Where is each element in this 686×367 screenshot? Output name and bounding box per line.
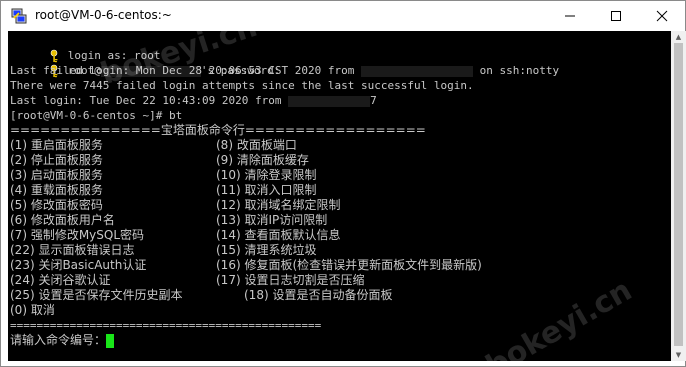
menu-item-right: (11) 取消入口限制 — [216, 183, 317, 197]
input-prompt: 请输入命令编号： — [10, 333, 107, 347]
menu-item-left: (7) 强制修改MySQL密码 — [10, 228, 145, 242]
title-bar[interactable]: root@VM-0-6-centos:~ — [1, 1, 685, 31]
menu-item-right: (14) 查看面板默认信息 — [216, 228, 341, 242]
minimize-button[interactable] — [547, 1, 593, 31]
menu-item-right: (8) 改面板端口 — [216, 138, 297, 152]
menu-item-left: (3) 启动面板服务 — [10, 168, 103, 182]
prompt-command-line: [root@VM-0-6-centos ~]# bt — [10, 109, 183, 122]
maximize-button[interactable] — [593, 1, 639, 31]
menu-item-left: (23) 关闭BasicAuth认证 — [10, 258, 147, 272]
failed-login-suffix: on ssh:notty — [473, 64, 560, 77]
menu-item-left: (5) 修改面板密码 — [10, 198, 103, 212]
window-title: root@VM-0-6-centos:~ — [35, 8, 172, 22]
redacted-ip — [361, 65, 473, 77]
menu-item-right: (18) 设置是否自动备份面板 — [244, 288, 393, 302]
menu-item-left: (6) 修改面板用户名 — [10, 213, 115, 227]
failed-login-line: Last failed login: Mon Dec 28 20:06:53 C… — [10, 63, 559, 78]
close-button[interactable] — [639, 1, 685, 31]
terminal-screen[interactable]: login as: root root@'s password: Last fa… — [8, 31, 671, 361]
scrollbar-thumb[interactable] — [674, 43, 683, 346]
command-input-line[interactable]: 请输入命令编号： — [10, 333, 115, 348]
menu-item-right: (15) 清理系统垃圾 — [216, 243, 317, 257]
menu-item-left: (25) 设置是否保存文件历史副本 — [10, 288, 183, 302]
scroll-down-arrow-icon[interactable]: ▼ — [671, 349, 686, 361]
menu-item-right: (9) 清除面板缓存 — [216, 153, 309, 167]
menu-item-left: (22) 显示面板错误日志 — [10, 243, 135, 257]
vertical-scrollbar[interactable]: ▲ ▼ — [671, 31, 686, 361]
failed-login-prefix: Last failed login: Mon Dec 28 20:06:53 C… — [10, 64, 361, 77]
last-login-line: Last login: Tue Dec 22 10:43:09 2020 fro… — [10, 93, 377, 108]
menu-cancel-item: (0) 取消 — [10, 303, 55, 317]
minimize-icon — [565, 15, 575, 17]
menu-item-right: (12) 取消域名绑定限制 — [216, 198, 341, 212]
menu-item-left: (1) 重启面板服务 — [10, 138, 103, 152]
menu-header: ===============宝塔面板命令行================== — [10, 123, 426, 137]
maximize-icon — [611, 11, 621, 21]
menu-row: (1) 重启面板服务 — [10, 138, 103, 153]
last-login-suffix: 7 — [370, 94, 377, 107]
menu-item-right: (17) 设置日志切割是否压缩 — [216, 273, 365, 287]
menu-item-left: (4) 重载面板服务 — [10, 183, 103, 197]
menu-item-right: (16) 修复面板(检查错误并更新面板文件到最新版) — [216, 258, 482, 272]
scroll-up-arrow-icon[interactable]: ▲ — [671, 31, 686, 43]
last-login-prefix: Last login: Tue Dec 22 10:43:09 2020 fro… — [10, 94, 289, 107]
terminal-window: root@VM-0-6-centos:~ login as: root root… — [0, 0, 686, 367]
menu-item-right: (10) 清除登录限制 — [216, 168, 317, 182]
putty-icon[interactable] — [11, 8, 27, 24]
menu-item-left: (2) 停止面板服务 — [10, 153, 103, 167]
close-icon — [656, 10, 668, 22]
menu-item-left: (24) 关闭谷歌认证 — [10, 273, 111, 287]
password-line: root@'s password: — [10, 48, 280, 78]
redacted-ip — [288, 95, 371, 107]
terminal-cursor — [106, 333, 115, 348]
failed-attempts-line: There were 7445 failed login attempts si… — [10, 79, 474, 92]
menu-footer: ========================================… — [10, 319, 322, 332]
login-as-line: login as: root — [10, 33, 160, 63]
menu-item-right: (13) 取消IP访问限制 — [216, 213, 328, 227]
watermark: bokeyi.cn — [480, 272, 638, 361]
